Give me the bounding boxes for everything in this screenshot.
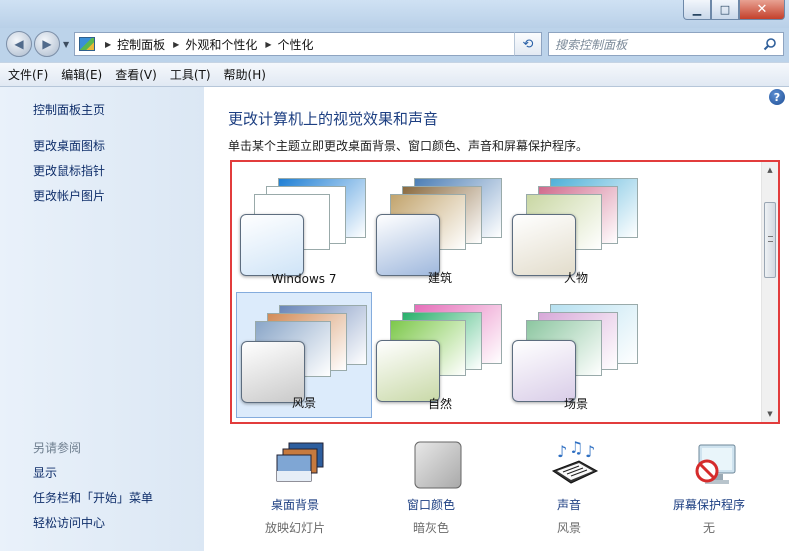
window-color-icon (414, 441, 462, 489)
help-icon[interactable]: ? (769, 89, 785, 105)
sound-value: 风景 (556, 521, 581, 535)
theme-name: 自然 (427, 397, 452, 411)
desktop-background-icon (276, 442, 324, 482)
theme-gallery: ▲ ▼ Windows 7 建筑 人物 风景 自然 场景 (230, 160, 780, 424)
control-panel-home-link[interactable]: 控制面板主页 (33, 101, 105, 118)
theme-windows7[interactable]: Windows 7 (236, 166, 372, 292)
window-titlebar: ▁ □ ✕ (0, 0, 789, 28)
change-desktop-icons-link[interactable]: 更改桌面图标 (33, 137, 105, 154)
theme-name: 风景 (291, 396, 316, 410)
see-also-taskbar-link[interactable]: 任务栏和「开始」菜单 (33, 489, 153, 506)
screensaver-label[interactable]: 屏幕保护程序 (654, 496, 764, 513)
svg-text:♪: ♪ (557, 442, 567, 461)
scroll-down-icon[interactable]: ▼ (762, 406, 778, 422)
change-account-picture-link[interactable]: 更改帐户图片 (33, 187, 105, 204)
theme-name: 场景 (563, 397, 588, 411)
see-also-heading: 另请参阅 (33, 441, 82, 455)
breadcrumb-personalization[interactable]: 个性化 (278, 36, 314, 53)
see-also-ease-of-access-link[interactable]: 轻松访问中心 (33, 514, 105, 531)
screensaver-tile[interactable]: 屏幕保护程序 无 (654, 439, 764, 539)
page-description: 单击某个主题立即更改桌面背景、窗口颜色、声音和屏幕保护程序。 (228, 139, 589, 153)
scroll-up-icon[interactable]: ▲ (762, 162, 778, 178)
control-panel-icon (79, 37, 95, 51)
theme-architecture[interactable]: 建筑 (372, 166, 508, 292)
theme-landscapes[interactable]: 风景 (236, 292, 372, 418)
navigation-bar: ◀ ▶ ▼ ▶ 控制面板 ▶ 外观和个性化 ▶ 个性化 ▼ ⟲ 搜索控制面板 (0, 28, 789, 62)
back-arrow-icon: ◀ (14, 37, 24, 51)
breadcrumb-chevron-icon[interactable]: ▶ (105, 40, 111, 49)
theme-preview (376, 178, 504, 276)
window-color-label[interactable]: 窗口颜色 (376, 496, 486, 513)
forward-arrow-icon: ▶ (42, 37, 52, 51)
theme-gallery-scrollbar[interactable]: ▲ ▼ (761, 162, 778, 422)
theme-preview (241, 305, 369, 403)
theme-name: 建筑 (427, 271, 452, 285)
address-bar[interactable]: ▶ 控制面板 ▶ 外观和个性化 ▶ 个性化 ▼ (74, 32, 542, 56)
window-color-tile[interactable]: 窗口颜色 暗灰色 (376, 439, 486, 539)
menu-file[interactable]: 文件(F) (8, 66, 48, 83)
window-color-value: 暗灰色 (412, 521, 449, 535)
desktop-background-value: 放映幻灯片 (264, 521, 325, 535)
menu-bar: 文件(F) 编辑(E) 查看(V) 工具(T) 帮助(H) (0, 62, 789, 87)
svg-text:♪: ♪ (585, 442, 595, 461)
theme-preview (376, 304, 504, 402)
change-mouse-pointers-link[interactable]: 更改鼠标指针 (33, 162, 105, 179)
theme-name: 人物 (563, 271, 588, 285)
theme-nature[interactable]: 自然 (372, 292, 508, 418)
search-placeholder: 搜索控制面板 (555, 37, 628, 52)
search-input[interactable]: 搜索控制面板 (548, 32, 784, 56)
screensaver-value: 无 (702, 521, 715, 535)
desktop-background-tile[interactable]: 桌面背景 放映幻灯片 (240, 439, 350, 539)
search-icon[interactable] (763, 37, 777, 51)
menu-view[interactable]: 查看(V) (115, 66, 157, 83)
scrollbar-thumb[interactable] (764, 202, 776, 278)
breadcrumb-appearance[interactable]: 外观和个性化 (185, 36, 257, 53)
breadcrumb-control-panel[interactable]: 控制面板 (117, 36, 165, 53)
theme-preview (512, 178, 640, 276)
menu-edit[interactable]: 编辑(E) (61, 66, 102, 83)
breadcrumb-chevron-icon[interactable]: ▶ (265, 40, 271, 49)
page-title: 更改计算机上的视觉效果和声音 (228, 110, 439, 128)
sound-icon: ♪ ♫ ♪ (551, 441, 599, 484)
close-button[interactable]: ✕ (739, 0, 785, 20)
menu-help[interactable]: 帮助(H) (224, 66, 266, 83)
refresh-button[interactable]: ⟲ (514, 32, 542, 56)
theme-characters[interactable]: 人物 (508, 166, 644, 292)
see-also-display-link[interactable]: 显示 (33, 464, 57, 481)
theme-preview (240, 178, 368, 276)
main-content: ? 更改计算机上的视觉效果和声音 单击某个主题立即更改桌面背景、窗口颜色、声音和… (204, 87, 789, 551)
menu-tools[interactable]: 工具(T) (170, 66, 211, 83)
theme-preview (512, 304, 640, 402)
sound-tile[interactable]: ♪ ♫ ♪ 声音 风景 (514, 439, 624, 539)
breadcrumb-chevron-icon[interactable]: ▶ (173, 40, 179, 49)
refresh-icon: ⟲ (522, 36, 534, 52)
window-controls: ▁ □ ✕ (683, 0, 785, 20)
theme-scenes[interactable]: 场景 (508, 292, 644, 418)
theme-name: Windows 7 (271, 272, 337, 286)
desktop-background-label[interactable]: 桌面背景 (240, 496, 350, 513)
svg-text:♫: ♫ (569, 441, 583, 457)
back-button[interactable]: ◀ (6, 31, 32, 57)
recent-pages-dropdown-icon[interactable]: ▼ (63, 40, 69, 49)
minimize-button[interactable]: ▁ (683, 0, 711, 20)
forward-button[interactable]: ▶ (34, 31, 60, 57)
screensaver-icon (695, 444, 736, 484)
breadcrumb: ▶ 控制面板 ▶ 外观和个性化 ▶ 个性化 (101, 36, 314, 53)
sound-label[interactable]: 声音 (514, 496, 624, 513)
task-pane: 控制面板主页 更改桌面图标 更改鼠标指针 更改帐户图片 另请参阅 显示 任务栏和… (0, 87, 204, 551)
maximize-button[interactable]: □ (711, 0, 739, 20)
